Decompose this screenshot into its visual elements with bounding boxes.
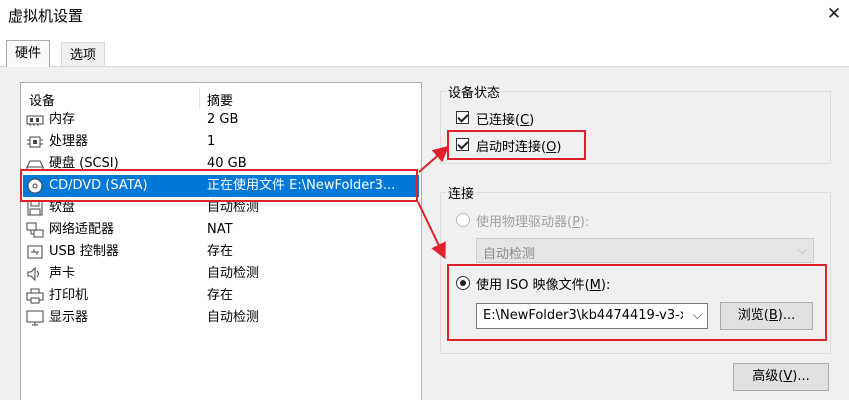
usb-icon xyxy=(27,245,43,259)
monitor-icon xyxy=(26,310,44,326)
device-row-network[interactable]: 网络适配器 NAT xyxy=(23,219,419,241)
memory-icon xyxy=(26,115,44,126)
device-status-title: 设备状态 xyxy=(446,82,503,101)
highlight-box-selected-device xyxy=(20,169,418,202)
device-name: 声卡 xyxy=(49,266,76,281)
tab-options[interactable]: 选项 xyxy=(61,42,106,67)
device-summary: 自动检测 xyxy=(207,310,260,325)
floppy-icon xyxy=(27,200,43,216)
printer-icon xyxy=(26,288,44,304)
device-row-processor[interactable]: 处理器 1 xyxy=(23,131,419,153)
physical-drive-label[interactable]: 使用物理驱动器(P): xyxy=(476,211,589,230)
connection-title: 连接 xyxy=(446,183,477,202)
device-summary: NAT xyxy=(207,222,233,237)
highlight-box-iso xyxy=(447,264,827,341)
device-row-memory[interactable]: 内存 2 GB xyxy=(23,109,419,131)
column-header-summary[interactable]: 摘要 xyxy=(207,90,233,109)
chevron-down-icon: ⌵ xyxy=(797,243,807,257)
tab-hardware[interactable]: 硬件 xyxy=(6,40,51,67)
device-row-sound[interactable]: 声卡 自动检测 xyxy=(23,263,419,285)
connected-checkbox[interactable] xyxy=(456,111,469,124)
device-row-printer[interactable]: 打印机 存在 xyxy=(23,285,419,307)
processor-icon xyxy=(27,136,43,148)
device-summary: 存在 xyxy=(207,244,234,259)
device-list[interactable]: 设备 摘要 内存 2 GB 处理器 1 硬盘 (SCSI) 40 GB CD/D… xyxy=(20,82,422,400)
speaker-icon xyxy=(27,266,39,282)
device-name: 处理器 xyxy=(49,134,89,149)
device-name: 网络适配器 xyxy=(49,222,115,237)
column-header-device[interactable]: 设备 xyxy=(29,90,55,109)
device-summary: 2 GB xyxy=(207,112,239,127)
physical-drive-select[interactable]: 自动检测 ⌵ xyxy=(476,238,814,263)
device-name: 显示器 xyxy=(49,310,89,325)
window-title: 虚拟机设置 xyxy=(8,7,84,25)
device-row-usb[interactable]: USB 控制器 存在 xyxy=(23,241,419,263)
connected-label[interactable]: 已连接(C) xyxy=(476,109,534,128)
advanced-button[interactable]: 高级(V)... xyxy=(733,363,829,391)
device-summary: 自动检测 xyxy=(207,266,260,281)
device-name: 打印机 xyxy=(49,288,89,303)
device-name: 内存 xyxy=(49,112,76,127)
network-adapter-icon xyxy=(26,222,44,238)
device-summary: 1 xyxy=(207,134,216,149)
highlight-box-power-on xyxy=(447,130,586,160)
device-row-display[interactable]: 显示器 自动检测 xyxy=(23,307,419,329)
physical-drive-value: 自动检测 xyxy=(483,247,536,262)
close-icon[interactable]: ✕ xyxy=(822,2,846,26)
device-list-header: 设备 摘要 xyxy=(21,87,421,109)
physical-drive-radio[interactable] xyxy=(456,213,470,227)
column-separator xyxy=(199,87,200,109)
device-name: USB 控制器 xyxy=(49,244,119,259)
device-summary: 存在 xyxy=(207,288,234,303)
